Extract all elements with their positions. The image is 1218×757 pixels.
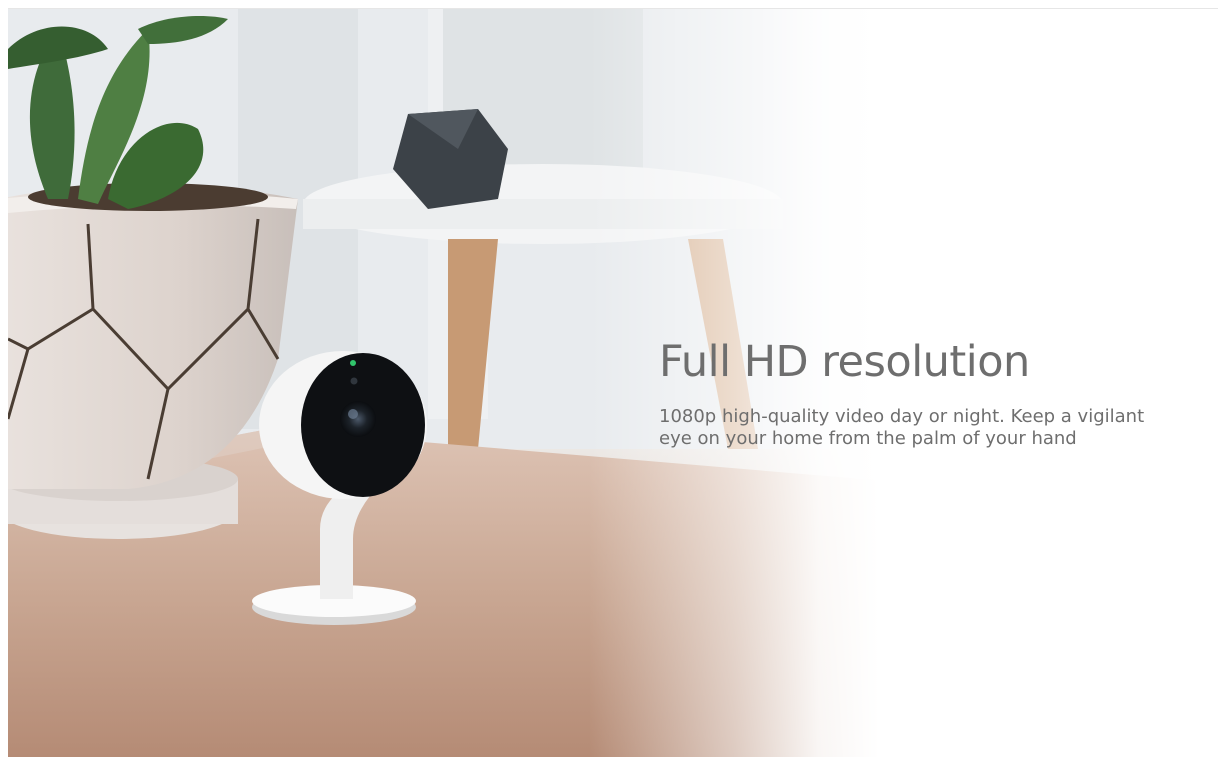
feature-copy: Full HD resolution 1080p high-quality vi… bbox=[659, 336, 1179, 450]
feature-headline: Full HD resolution bbox=[659, 337, 1030, 387]
feature-description: 1080p high-quality video day or night. K… bbox=[659, 406, 1145, 449]
